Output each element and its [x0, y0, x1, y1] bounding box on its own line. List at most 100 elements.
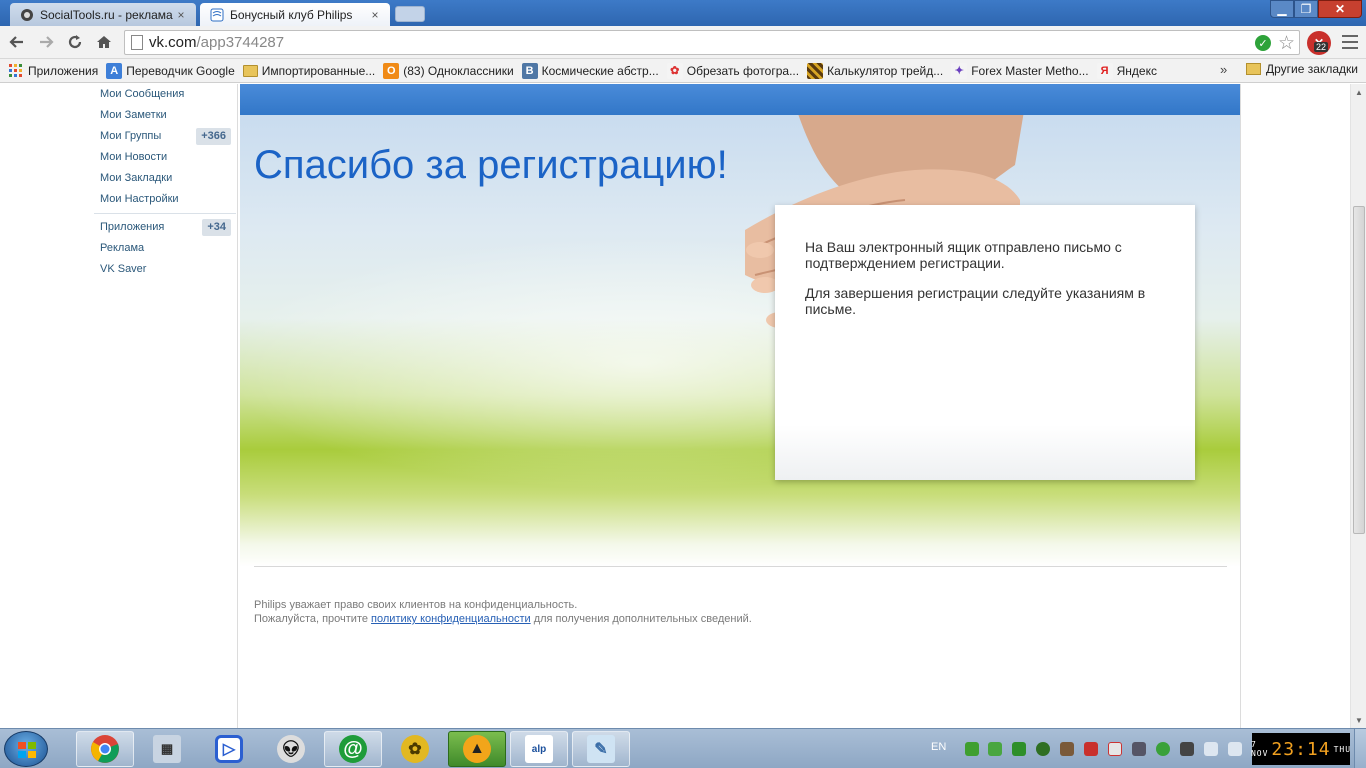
bookmark-label: Космические абстр... [541, 63, 659, 78]
bookmark-label: Обрезать фотогра... [686, 63, 800, 78]
back-arrow-icon[interactable] [6, 31, 28, 53]
taskbar-aimp[interactable]: ▲ [448, 731, 506, 767]
aimp-icon: ▲ [463, 735, 491, 763]
chrome-menu-icon[interactable] [1342, 35, 1358, 49]
network-error-tray-icon[interactable] [1108, 742, 1122, 756]
home-icon[interactable] [93, 31, 115, 53]
verified-check-icon[interactable]: ✓ [1255, 35, 1271, 51]
eye-tray-icon[interactable] [1036, 742, 1050, 756]
page-title: Спасибо за регистрацию! [254, 143, 728, 187]
menu-item-vk-saver[interactable]: VK Saver [94, 259, 236, 280]
menu-item-label: VK Saver [100, 263, 147, 275]
menu-item-label: Реклама [100, 242, 145, 254]
minimize-button[interactable]: ▁ [1270, 0, 1294, 18]
folder-icon [242, 64, 258, 77]
language-indicator[interactable]: EN [931, 741, 946, 753]
menu-item-ads[interactable]: Реклама [94, 238, 236, 259]
extension-badge: 22 [1314, 42, 1329, 52]
menu-item-label: Мои Группы [100, 130, 162, 142]
taskbar-mail-agent[interactable]: @ [324, 731, 382, 767]
forward-arrow-icon[interactable] [35, 31, 57, 53]
taskbar-chrome[interactable] [76, 731, 134, 767]
tools-tray-icon[interactable] [1060, 742, 1074, 756]
privacy-policy-link[interactable]: политику конфиденциальности [371, 613, 531, 625]
system-clock[interactable]: 7 NOV 23:14 THU [1250, 733, 1350, 765]
clock-month: NOV [1250, 749, 1269, 758]
volume-tray-icon[interactable] [1204, 742, 1218, 756]
bookmark-space-abstract[interactable]: В Космические абстр... [521, 62, 659, 79]
bookmark-star-icon[interactable]: ☆ [1278, 32, 1295, 55]
confirmation-notice-card: На Ваш электронный ящик отправлено письм… [775, 205, 1195, 480]
google-translate-icon: A [106, 62, 123, 79]
bookmarks-more-button[interactable]: » [1220, 62, 1227, 77]
bookmark-crop-photo[interactable]: ✿ Обрезать фотогра... [666, 62, 800, 79]
icq-icon: ✿ [401, 735, 429, 763]
sync-tray-icon[interactable] [988, 742, 1002, 756]
menu-item-label: Мои Новости [100, 151, 168, 163]
utorrent-tray-icon[interactable] [965, 742, 979, 756]
maximize-button[interactable]: ❐ [1294, 0, 1318, 18]
taskbar-calculator[interactable]: ▦ [138, 731, 196, 767]
bookmark-yandex[interactable]: Я Яндекс [1096, 62, 1157, 79]
start-button[interactable] [4, 731, 48, 767]
tab-close-icon[interactable]: × [174, 8, 188, 22]
bookmark-imported[interactable]: Импортированные... [242, 64, 375, 78]
update-tray-icon[interactable] [1012, 742, 1026, 756]
tab-strip: SocialTools.ru - реклама × Бонусный клуб… [0, 0, 1366, 26]
scrollbar-thumb[interactable] [1353, 206, 1365, 534]
crop-icon: ✿ [666, 62, 683, 79]
menu-item-messages[interactable]: Мои Сообщения [94, 84, 236, 105]
page-icon [131, 35, 143, 50]
close-window-button[interactable]: ✕ [1318, 0, 1362, 18]
taskbar-alien-app[interactable]: 👽︎ [262, 731, 320, 767]
menu-item-groups[interactable]: Мои Группы +366 [94, 126, 236, 147]
tab-title: SocialTools.ru - реклама [40, 7, 173, 22]
menu-item-label: Мои Закладки [100, 172, 173, 184]
monitor-tray-icon[interactable] [1132, 742, 1146, 756]
other-bookmarks[interactable]: Другие закладки [1246, 62, 1358, 76]
shield-tray-icon[interactable] [1084, 742, 1098, 756]
forex-icon: ✦ [951, 62, 968, 79]
bookmark-google-translate[interactable]: A Переводчик Google [106, 62, 235, 79]
address-bar[interactable]: vk.com/app3744287 ✓ ☆ [124, 30, 1300, 55]
chrome-icon [91, 735, 119, 763]
menu-item-news[interactable]: Мои Новости [94, 147, 236, 168]
url-text[interactable]: vk.com/app3744287 [149, 34, 284, 51]
menu-item-bookmarks[interactable]: Мои Закладки [94, 168, 236, 189]
page-scrollbar[interactable]: ▲ ▼ [1350, 84, 1366, 728]
bookmark-odnoklassniki[interactable]: О (83) Одноклассники [383, 62, 514, 79]
menu-item-apps[interactable]: Приложения +34 [94, 217, 236, 238]
notice-paragraph-1: На Ваш электронный ящик отправлено письм… [805, 239, 1122, 271]
tab-philips[interactable]: Бонусный клуб Philips × [200, 3, 390, 26]
notice-paragraph-2: Для завершения регистрации следуйте указ… [805, 285, 1146, 317]
taskbar-notepad[interactable]: ✎ [572, 731, 630, 767]
taskbar-daum-player[interactable]: ▷ [200, 731, 258, 767]
daum-player-icon: ▷ [215, 735, 243, 763]
menu-item-label: Приложения [100, 221, 165, 233]
globe-tray-icon[interactable] [1156, 742, 1170, 756]
bookmark-label: Калькулятор трейд... [827, 63, 944, 78]
bookmark-forex[interactable]: ✦ Forex Master Metho... [951, 62, 1089, 79]
scroll-up-arrow-icon[interactable]: ▲ [1351, 84, 1366, 100]
bookmark-calculator[interactable]: Калькулятор трейд... [807, 62, 944, 79]
tab-close-icon[interactable]: × [368, 8, 382, 22]
tab-socialtools[interactable]: SocialTools.ru - реклама × [10, 3, 196, 26]
bookmark-apps[interactable]: Приложения [8, 63, 98, 79]
windows-logo-icon [18, 742, 36, 758]
calculator-icon: ▦ [153, 735, 181, 763]
menu-item-settings[interactable]: Мои Настройки [94, 189, 236, 210]
taskbar-alpari[interactable]: alp [510, 731, 568, 767]
menu-item-notes[interactable]: Мои Заметки [94, 105, 236, 126]
show-desktop-button[interactable] [1354, 729, 1366, 768]
scroll-down-arrow-icon[interactable]: ▼ [1351, 712, 1366, 728]
philips-favicon-icon [210, 8, 224, 22]
notepad-icon: ✎ [587, 735, 615, 763]
network-tray-icon[interactable] [1228, 742, 1242, 756]
reload-icon[interactable] [64, 31, 86, 53]
usb-tray-icon[interactable] [1180, 742, 1194, 756]
new-tab-button[interactable] [395, 6, 425, 22]
taskbar-icq[interactable]: ✿ [386, 731, 444, 767]
menu-divider [94, 213, 236, 214]
yandex-icon: Я [1096, 62, 1113, 79]
calculator-icon [807, 62, 824, 79]
